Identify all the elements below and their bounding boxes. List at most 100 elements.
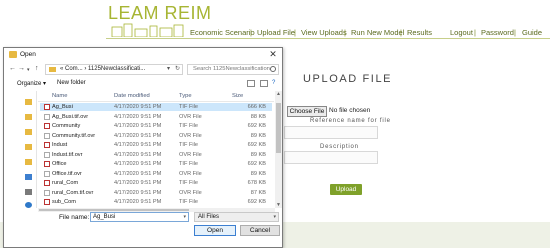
file-type: TIF File — [179, 142, 198, 148]
folder-icon[interactable] — [25, 144, 32, 150]
file-type: OVR File — [179, 132, 202, 139]
file-date-modified: 4/17/2020 9:51 PM — [114, 104, 162, 110]
brand-name: LEAM REIM — [108, 3, 212, 23]
column-date-modified[interactable]: Date modified — [114, 93, 150, 99]
reference-name-input[interactable] — [284, 126, 378, 139]
column-name[interactable]: Name — [52, 93, 67, 99]
scroll-up-icon[interactable]: ▲ — [275, 91, 282, 97]
file-row[interactable]: Community 4/17/2020 9:51 PM TIF File 692 KB — [40, 122, 272, 130]
preview-pane-icon[interactable] — [260, 80, 268, 87]
open-button[interactable]: Open — [194, 225, 236, 236]
help-icon[interactable]: ? — [272, 80, 275, 86]
address-bar: ← → ▾ ↑ « Com... › 1125Newclassificati..… — [4, 62, 282, 77]
nav-password[interactable]: Password — [481, 28, 514, 37]
vertical-scrollbar[interactable]: ▲ ▼ — [275, 91, 282, 208]
drive-icon[interactable] — [25, 174, 32, 180]
file-row[interactable]: Ag_Busi.tif.ovr 4/17/2020 9:51 PM OVR File… — [40, 113, 272, 121]
file-size: 666 KB — [247, 104, 266, 110]
scroll-down-icon[interactable]: ▼ — [275, 202, 282, 208]
forward-arrow-icon[interactable]: → — [18, 65, 25, 72]
folder-icon[interactable] — [25, 159, 32, 165]
search-icon — [270, 66, 276, 72]
file-type: OVR File — [179, 113, 202, 120]
nav-separator: | — [344, 28, 346, 37]
chevron-down-icon[interactable]: ▾ — [273, 213, 276, 221]
file-type: TIF File — [179, 123, 198, 129]
upload-button[interactable]: Upload — [330, 184, 362, 195]
chevron-down-icon[interactable]: ▾ — [183, 213, 186, 221]
file-row[interactable]: sub_Com 4/17/2020 9:51 PM TIF File 692 KB — [40, 198, 272, 206]
file-type: OVR File — [179, 170, 202, 177]
column-type[interactable]: Type — [179, 93, 192, 99]
file-type-select[interactable]: All Files ▾ — [194, 212, 279, 222]
filename-label: File name: — [59, 214, 90, 221]
chevron-down-icon[interactable]: ▾ — [167, 65, 170, 74]
view-options-icon[interactable] — [247, 80, 255, 87]
file-size: 678 KB — [247, 180, 266, 186]
file-type-value: All Files — [198, 214, 220, 220]
nav-logout[interactable]: Logout — [450, 28, 473, 37]
scroll-thumb[interactable] — [276, 103, 281, 153]
folder-icon[interactable] — [25, 114, 32, 120]
scroll-thumb[interactable] — [39, 209, 189, 211]
search-input[interactable]: Search 1125Newclassification — [187, 64, 279, 75]
file-size: 692 KB — [247, 199, 266, 205]
up-arrow-icon[interactable]: ↑ — [35, 65, 39, 72]
tif-file-icon — [44, 104, 50, 110]
file-name: rural_Com — [52, 180, 79, 186]
choose-file-button[interactable]: Choose File — [287, 106, 327, 117]
file-row[interactable]: Office 4/17/2020 9:51 PM TIF File 692 KB — [40, 160, 272, 168]
file-row[interactable]: rural_Com.tif.ovr 4/17/2020 9:51 PM OVR Fi… — [40, 189, 272, 197]
nav-upload-file[interactable]: Upload File — [257, 28, 295, 37]
cancel-button[interactable]: Cancel — [240, 225, 280, 236]
organize-button[interactable]: Organize ▾ — [17, 80, 46, 87]
reference-name-label: Reference name for file — [310, 118, 391, 124]
file-name: sub_Com — [52, 199, 76, 205]
file-row[interactable]: Office.tif.ovr 4/17/2020 9:51 PM OVR File 8… — [40, 170, 272, 178]
dialog-titlebar[interactable]: Open ✕ — [4, 48, 282, 62]
ovr-file-icon — [44, 113, 50, 120]
column-size[interactable]: Size — [232, 93, 243, 99]
network-icon[interactable] — [25, 202, 32, 208]
file-row[interactable]: rural_Com 4/17/2020 9:51 PM TIF File 678 KB — [40, 179, 272, 187]
file-date-modified: 4/17/2020 9:51 PM — [114, 170, 162, 177]
page-title: UPLOAD FILE — [303, 73, 393, 85]
pc-icon[interactable] — [25, 189, 32, 195]
ovr-file-icon — [44, 189, 50, 196]
tif-file-icon — [44, 180, 50, 186]
file-size: 692 KB — [247, 142, 266, 148]
description-input[interactable] — [284, 151, 378, 164]
file-type: TIF File — [179, 161, 198, 167]
file-name: Indust — [52, 142, 68, 148]
file-row[interactable]: Indust.tif.ovr 4/17/2020 9:51 PM OVR File 8… — [40, 151, 272, 159]
dialog-title: Open — [20, 51, 36, 58]
file-row[interactable]: Ag_Busi 4/17/2020 9:51 PM TIF File 666 KB — [40, 103, 272, 111]
file-date-modified: 4/17/2020 9:51 PM — [114, 161, 162, 167]
refresh-icon[interactable]: ↻ — [175, 65, 180, 74]
folder-icon[interactable] — [25, 99, 32, 105]
folder-icon[interactable] — [25, 129, 32, 135]
back-arrow-icon[interactable]: ← — [9, 65, 16, 72]
file-row[interactable]: Indust 4/17/2020 9:51 PM TIF File 692 KB — [40, 141, 272, 149]
nav-results[interactable]: Results — [407, 28, 432, 37]
no-file-chosen-text: No file chosen — [329, 107, 371, 114]
file-name: Office — [52, 161, 67, 167]
file-size: 87 KB — [250, 189, 266, 196]
file-name: rural_Com.tif.ovr — [52, 189, 94, 196]
file-list-header: Name Date modified Type Size — [38, 91, 274, 102]
file-size: 692 KB — [247, 123, 266, 129]
new-folder-button[interactable]: New folder — [57, 80, 86, 86]
nav-economic-scenario[interactable]: Economic Scenario — [190, 28, 255, 37]
file-size: 89 KB — [250, 170, 266, 177]
nav-view-uploads[interactable]: View Uploads — [301, 28, 347, 37]
filename-input[interactable]: Ag_Busi ▾ — [90, 212, 189, 222]
file-name: Ag_Busi — [52, 104, 73, 110]
ovr-file-icon — [44, 170, 50, 177]
file-type: TIF File — [179, 180, 198, 186]
nav-run-new-model[interactable]: Run New Model — [351, 28, 404, 37]
close-icon[interactable]: ✕ — [267, 49, 279, 60]
chevron-down-icon[interactable]: ▾ — [27, 67, 30, 73]
file-row[interactable]: Community.tif.ovr 4/17/2020 9:51 PM OVR Fi… — [40, 132, 272, 140]
nav-guide[interactable]: Guide — [522, 28, 542, 37]
path-breadcrumb[interactable]: « Com... › 1125Newclassificati... ▾ ↻ — [45, 64, 183, 75]
